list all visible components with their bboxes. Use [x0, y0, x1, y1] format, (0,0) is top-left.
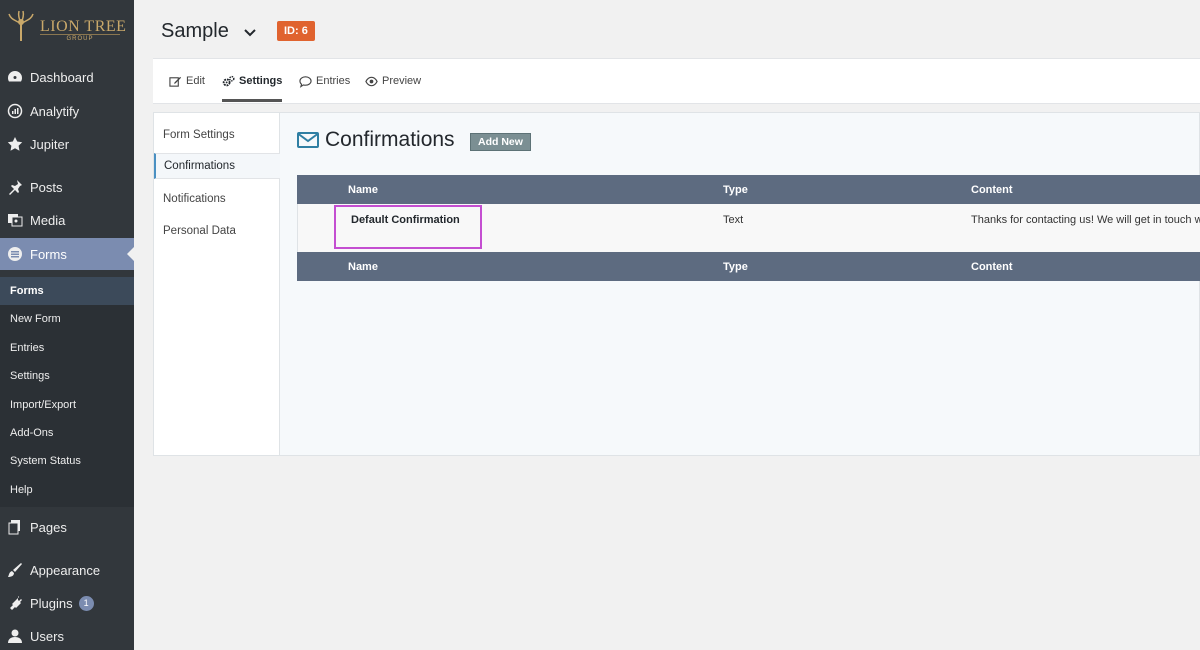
section-header: Confirmations	[297, 128, 455, 152]
form-toolbar: Edit Settings Entries Preview	[153, 58, 1200, 104]
pages-icon	[0, 519, 30, 535]
sidebar-item-label: Plugins	[30, 595, 73, 611]
tab-edit[interactable]: Edit	[169, 59, 205, 103]
brand-sub: GROUP	[40, 34, 120, 42]
tab-label: Preview	[382, 75, 422, 87]
section-title: Confirmations	[325, 128, 455, 151]
admin-sidebar: LION TREE GROUP Dashboard Analytify Jupi…	[0, 0, 134, 650]
column-footer-content[interactable]: Content	[971, 261, 1013, 273]
submenu-import-export[interactable]: Import/Export	[10, 399, 76, 411]
star-icon	[0, 136, 30, 152]
highlight-box	[334, 205, 482, 249]
table-row[interactable]: Default Confirmation Text Thanks for con…	[297, 204, 1200, 252]
comment-icon	[299, 75, 312, 88]
analytics-icon	[0, 103, 30, 119]
tab-label: Settings	[239, 75, 283, 87]
sidebar-item-analytify[interactable]: Analytify	[0, 95, 134, 127]
sidebar-item-label: Jupiter	[30, 136, 70, 152]
tab-label: Entries	[316, 75, 351, 87]
settings-panel: Form Settings Confirmations Notification…	[153, 112, 1200, 456]
forms-submenu	[0, 277, 134, 507]
sidebar-item-forms[interactable]: Forms	[0, 238, 134, 270]
confirmation-type: Text	[723, 214, 744, 226]
confirmation-content: Thanks for contacting us! We will get in…	[971, 214, 1200, 226]
submenu-forms[interactable]: Forms	[10, 285, 44, 297]
tree-logo-icon	[8, 10, 34, 41]
site-logo[interactable]: LION TREE GROUP	[0, 0, 134, 52]
sidebar-item-dashboard[interactable]: Dashboard	[0, 61, 134, 93]
tab-preview[interactable]: Preview	[365, 59, 421, 103]
table-header: Name Type Content	[297, 175, 1200, 204]
add-new-button[interactable]: Add New	[470, 133, 531, 151]
sidebar-item-label: Dashboard	[30, 69, 94, 85]
sidebar-item-media[interactable]: Media	[0, 204, 134, 236]
sidebar-item-plugins[interactable]: Plugins 1	[0, 587, 134, 619]
sidebar-item-label: Appearance	[30, 562, 101, 578]
submenu-entries[interactable]: Entries	[10, 342, 44, 354]
sidebar-item-posts[interactable]: Posts	[0, 171, 134, 203]
gears-icon	[222, 75, 235, 86]
form-id-badge: ID: 6	[277, 21, 315, 41]
subnav-confirmations[interactable]: Confirmations	[154, 153, 280, 179]
sidebar-item-label: Users	[30, 628, 64, 644]
pin-icon	[0, 179, 30, 195]
submenu-add-ons[interactable]: Add-Ons	[10, 427, 53, 439]
column-header-content[interactable]: Content	[971, 184, 1013, 196]
column-header-name[interactable]: Name	[348, 184, 378, 196]
submenu-help[interactable]: Help	[10, 484, 33, 496]
sidebar-item-jupiter[interactable]: Jupiter	[0, 128, 134, 160]
brush-icon	[0, 562, 30, 578]
submenu-settings[interactable]: Settings	[10, 370, 50, 382]
sidebar-item-label: Posts	[30, 179, 63, 195]
sidebar-item-label: Analytify	[30, 103, 80, 119]
confirmation-name-link[interactable]: Default Confirmation	[351, 214, 460, 226]
plugins-update-badge: 1	[78, 595, 94, 611]
column-footer-name[interactable]: Name	[348, 261, 378, 273]
media-icon	[0, 212, 30, 228]
subnav-notifications[interactable]: Notifications	[154, 186, 280, 212]
eye-icon	[365, 76, 378, 86]
sidebar-item-users[interactable]: Users	[0, 620, 134, 650]
tab-entries[interactable]: Entries	[299, 59, 350, 103]
submenu-system-status[interactable]: System Status	[10, 455, 81, 467]
tab-label: Edit	[186, 75, 205, 87]
edit-icon	[169, 76, 182, 87]
envelope-icon	[297, 132, 319, 148]
confirmations-table: Name Type Content Default Confirmation T…	[297, 175, 1200, 281]
sidebar-item-label: Pages	[30, 519, 67, 535]
dashboard-icon	[0, 69, 30, 85]
sidebar-item-appearance[interactable]: Appearance	[0, 554, 134, 586]
form-title: Sample	[161, 20, 229, 42]
plugin-icon	[0, 595, 30, 611]
submenu-new-form[interactable]: New Form	[10, 313, 61, 325]
settings-subnav: Form Settings Confirmations Notification…	[154, 113, 280, 455]
column-footer-type[interactable]: Type	[723, 261, 748, 273]
sidebar-item-pages[interactable]: Pages	[0, 511, 134, 543]
subnav-form-settings[interactable]: Form Settings	[154, 122, 280, 148]
user-icon	[0, 628, 30, 644]
column-header-type[interactable]: Type	[723, 184, 748, 196]
subnav-personal-data[interactable]: Personal Data	[154, 218, 280, 244]
table-footer: Name Type Content	[297, 252, 1200, 281]
sidebar-item-label: Forms	[30, 246, 67, 262]
tab-settings[interactable]: Settings	[222, 59, 283, 103]
forms-icon	[0, 246, 30, 262]
chevron-down-icon[interactable]	[243, 28, 257, 38]
sidebar-item-label: Media	[30, 212, 66, 228]
